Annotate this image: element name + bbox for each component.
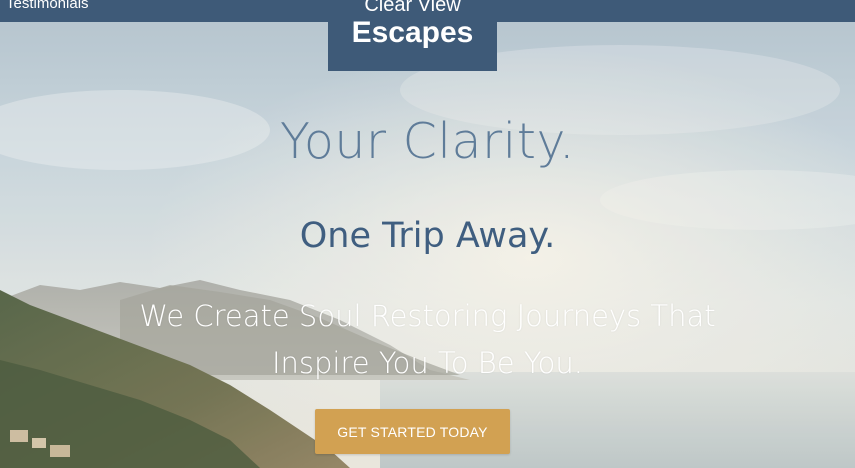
logo-text-line1: Clear View [364, 0, 461, 16]
hero-tagline-line2: Inspire You To Be You. [271, 346, 584, 380]
get-started-button[interactable]: GET STARTED TODAY [315, 409, 510, 454]
hero-headline: Your Clarity. [279, 113, 576, 170]
hero-tagline: We Create Soul Restoring Journeys That I… [100, 293, 755, 387]
logo-text-line2: Escapes [351, 16, 474, 49]
hero-tagline-line1: We Create Soul Restoring Journeys That [139, 299, 716, 333]
nav-link-testimonials[interactable]: Testimonials [6, 0, 89, 14]
hero-subheadline: One Trip Away. [299, 216, 556, 256]
brand-logo[interactable]: Clear View Escapes [328, 0, 497, 71]
landing-page: Testimonials Clear View Escapes Your Cla… [0, 0, 855, 468]
